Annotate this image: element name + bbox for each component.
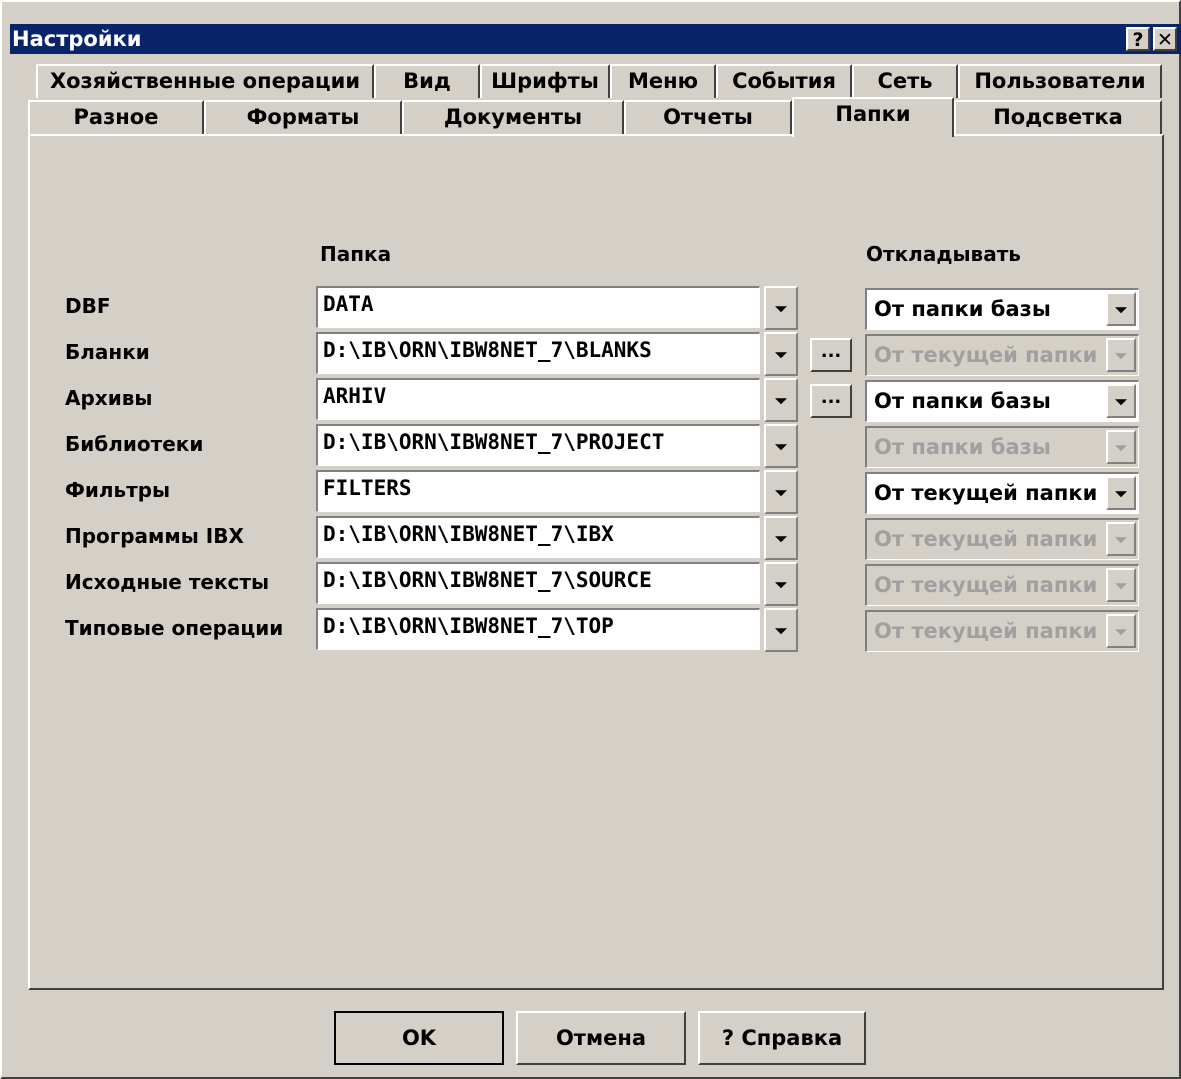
folder-header: Папка [320,242,392,266]
row-label-typical-ops: Типовые операции [65,616,284,640]
combo-button[interactable] [1106,384,1136,418]
combo-button [1106,614,1136,648]
chevron-down-icon [775,582,787,589]
row-label-ibx: Программы IBX [65,524,244,548]
folders-content: Папка Откладывать DBF DATA От папки базы… [0,0,1181,1079]
path-field-typical-ops[interactable]: D:\IB\ORN\IBW8NET_7\TOP [316,608,760,650]
path-dropdown-archives[interactable] [764,378,798,422]
postpone-select-dbf[interactable]: От папки базы [865,288,1139,330]
path-field-ibx[interactable]: D:\IB\ORN\IBW8NET_7\IBX [316,516,760,558]
postpone-select-ibx: От текущей папки [865,518,1139,560]
chevron-down-icon [775,444,787,451]
path-field-blanks[interactable]: D:\IB\ORN\IBW8NET_7\BLANKS [316,332,760,374]
postpone-value-filters: От текущей папки [874,481,1098,505]
postpone-value-sources: От текущей папки [874,573,1098,597]
chevron-down-icon [775,398,787,405]
browse-button-blanks[interactable]: ... [810,338,852,372]
postpone-value-blanks: От текущей папки [874,343,1098,367]
postpone-select-archives[interactable]: От папки базы [865,380,1139,422]
postpone-select-blanks: От текущей папки [865,334,1139,376]
row-label-blanks: Бланки [65,340,150,364]
combo-button [1106,522,1136,556]
combo-button[interactable] [1106,476,1136,510]
chevron-down-icon [1115,583,1127,590]
chevron-down-icon [775,490,787,497]
postpone-value-ibx: От текущей папки [874,527,1098,551]
postpone-value-archives: От папки базы [874,389,1051,413]
path-field-dbf[interactable]: DATA [316,286,760,328]
combo-button[interactable] [1106,292,1136,326]
postpone-select-libraries: От папки базы [865,426,1139,468]
path-dropdown-blanks[interactable] [764,332,798,376]
path-field-archives[interactable]: ARHIV [316,378,760,420]
row-label-dbf: DBF [65,294,111,318]
row-label-filters: Фильтры [65,478,171,502]
chevron-down-icon [1115,307,1127,314]
postpone-value-dbf: От папки базы [874,297,1051,321]
postpone-value-libraries: От папки базы [874,435,1051,459]
postpone-select-filters[interactable]: От текущей папки [865,472,1139,514]
chevron-down-icon [775,628,787,635]
chevron-down-icon [1115,353,1127,360]
chevron-down-icon [775,306,787,313]
chevron-down-icon [1115,399,1127,406]
chevron-down-icon [1115,445,1127,452]
path-field-libraries[interactable]: D:\IB\ORN\IBW8NET_7\PROJECT [316,424,760,466]
postpone-select-sources: От текущей папки [865,564,1139,606]
combo-button [1106,338,1136,372]
combo-button [1106,568,1136,602]
browse-button-archives[interactable]: ... [810,384,852,418]
chevron-down-icon [775,352,787,359]
row-label-sources: Исходные тексты [65,570,270,594]
postpone-value-typical-ops: От текущей папки [874,619,1098,643]
combo-button [1106,430,1136,464]
chevron-down-icon [1115,491,1127,498]
chevron-down-icon [1115,629,1127,636]
path-dropdown-libraries[interactable] [764,424,798,468]
path-dropdown-sources[interactable] [764,562,798,606]
row-label-libraries: Библиотеки [65,432,204,456]
chevron-down-icon [1115,537,1127,544]
path-dropdown-typical-ops[interactable] [764,608,798,652]
chevron-down-icon [775,536,787,543]
path-field-sources[interactable]: D:\IB\ORN\IBW8NET_7\SOURCE [316,562,760,604]
path-dropdown-filters[interactable] [764,470,798,514]
row-label-archives: Архивы [65,386,153,410]
postpone-select-typical-ops: От текущей папки [865,610,1139,652]
path-dropdown-dbf[interactable] [764,286,798,330]
postpone-header: Откладывать [866,242,1021,266]
path-field-filters[interactable]: FILTERS [316,470,760,512]
path-dropdown-ibx[interactable] [764,516,798,560]
